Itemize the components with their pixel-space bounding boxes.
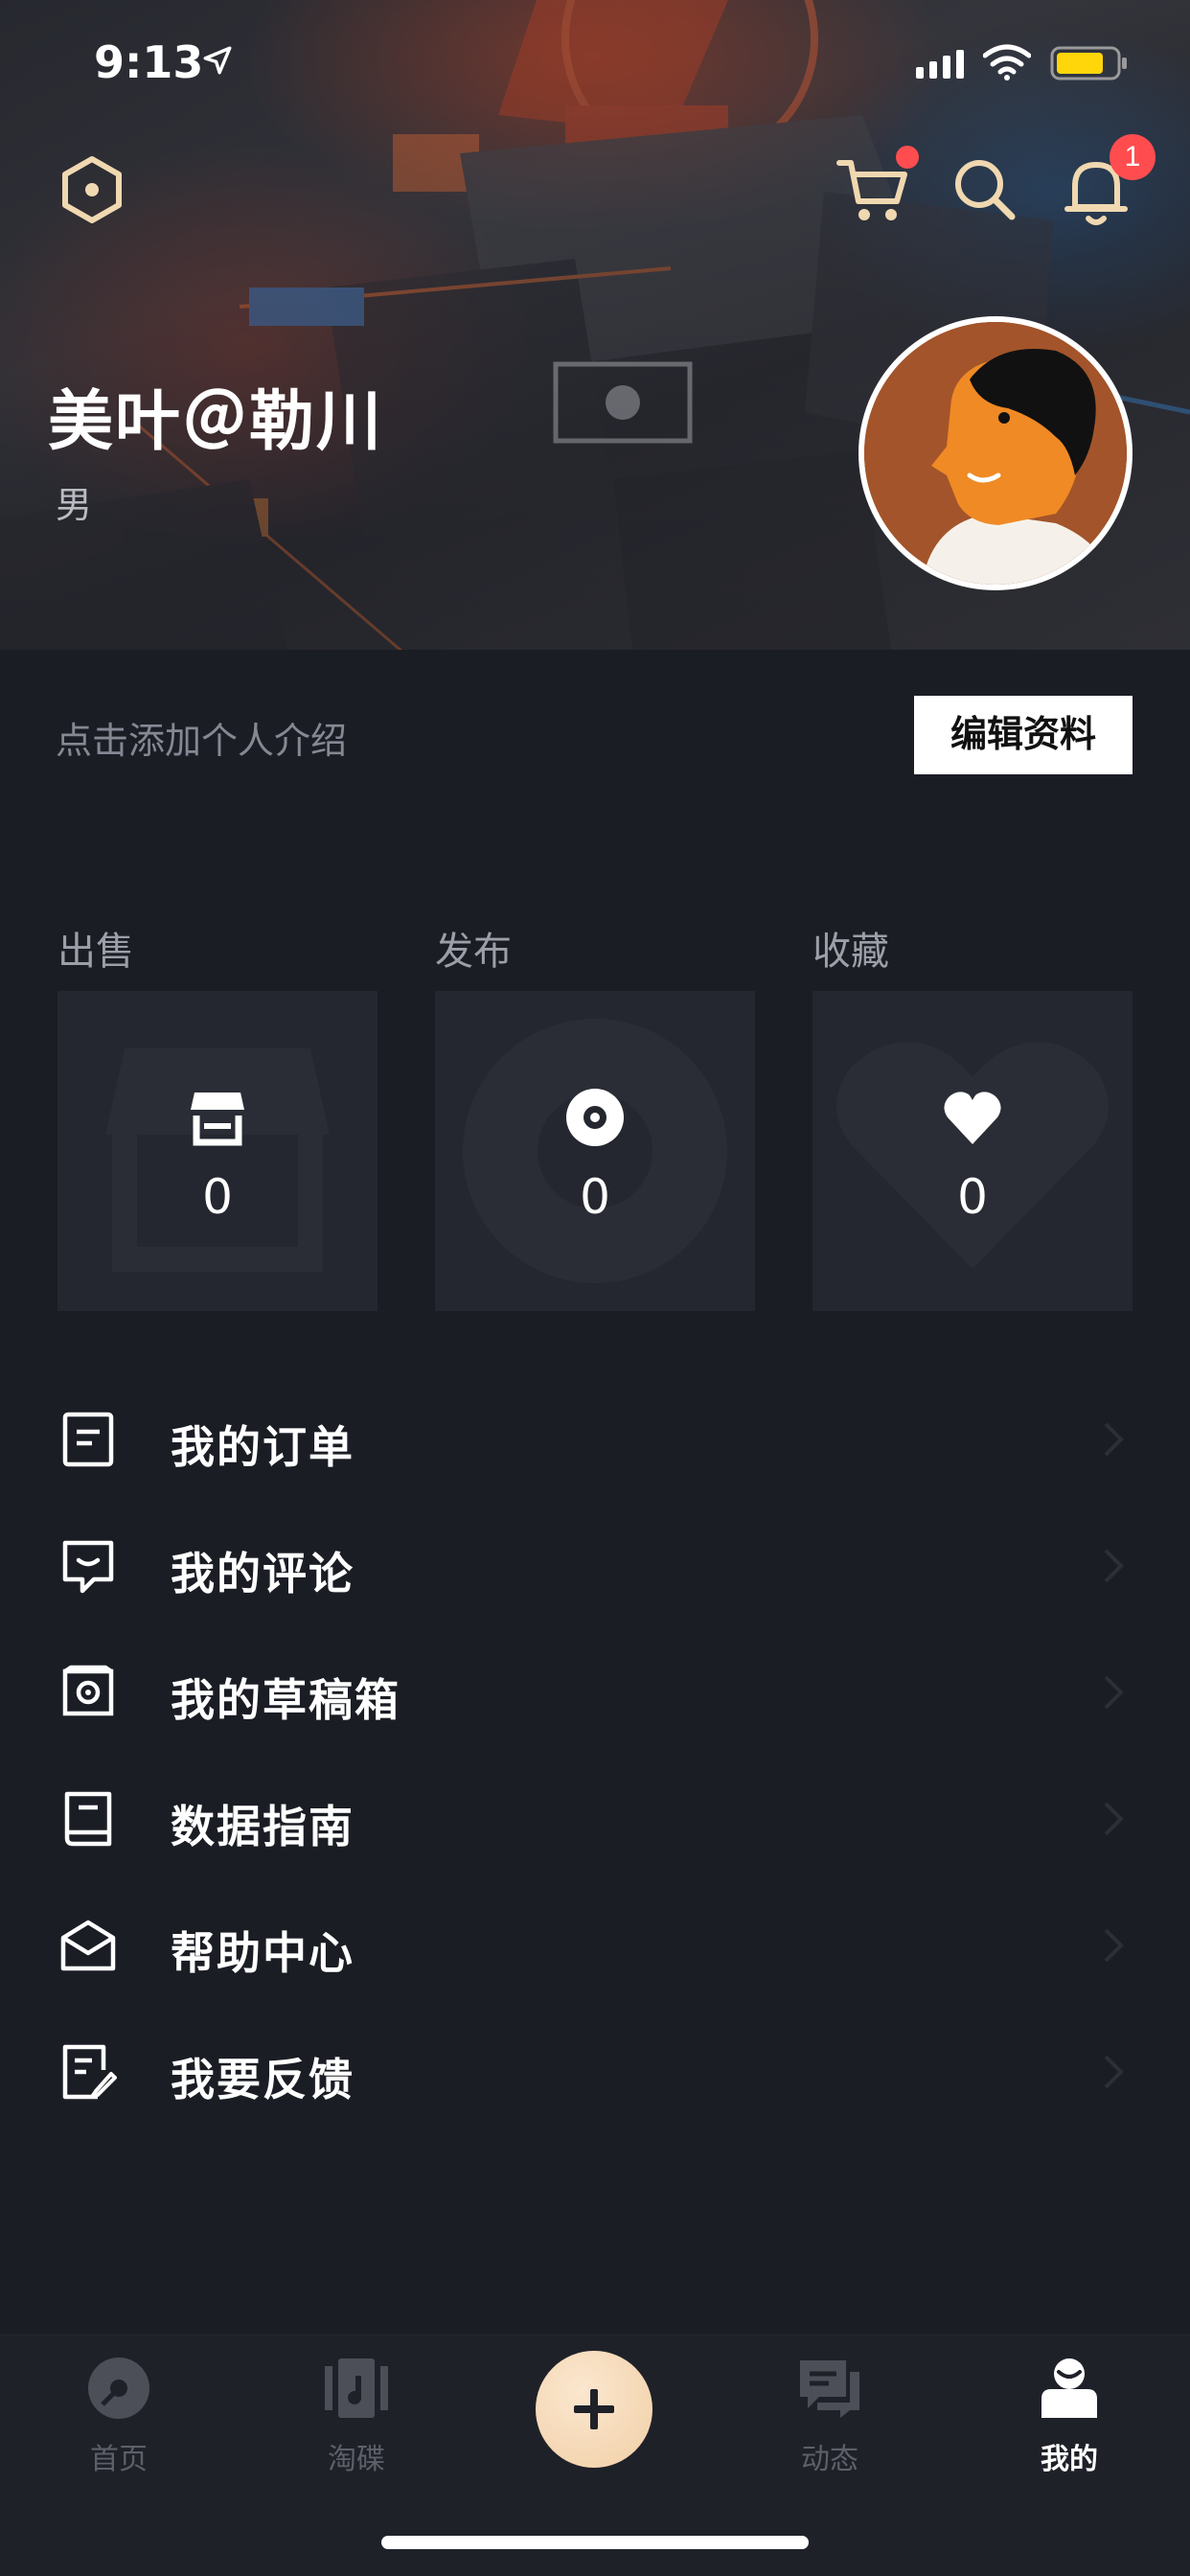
location-arrow-icon [203, 46, 232, 75]
book-icon [64, 1791, 112, 1847]
plus-icon [574, 2389, 614, 2429]
stat-label-sell: 出售 [57, 930, 134, 974]
tab-browse[interactable]: 淘碟 [280, 2355, 433, 2498]
chat-icon [800, 2360, 859, 2418]
menu-label-comments: 我的评论 [171, 1548, 355, 1599]
avatar-illustration [864, 322, 1127, 585]
tab-label-activity: 动态 [801, 2443, 858, 2476]
menu-item-help-center[interactable]: 帮助中心 [0, 1882, 1190, 2009]
menu-label-feedback: 我要反馈 [171, 2054, 355, 2105]
menu-label-help-center: 帮助中心 [171, 1927, 355, 1979]
draft-icon [62, 1665, 114, 1716]
chevron-right-icon [1104, 2055, 1124, 2089]
search-icon[interactable] [949, 153, 1021, 226]
menu-label-orders: 我的订单 [171, 1421, 355, 1473]
menu-item-orders[interactable]: 我的订单 [0, 1376, 1190, 1503]
chevron-right-icon [1104, 1549, 1124, 1583]
mail-open-icon [60, 1920, 116, 1971]
status-bar: 9:13 [0, 0, 1190, 126]
settings-hexagon-icon[interactable] [56, 153, 128, 226]
menu-label-drafts: 我的草稿箱 [171, 1674, 400, 1726]
stat-card-sell[interactable]: 0 [57, 991, 378, 1311]
tab-activity[interactable]: 动态 [753, 2355, 906, 2498]
stat-card-publish[interactable]: 0 [435, 991, 755, 1311]
store-icon [191, 1092, 244, 1146]
menu-item-comments[interactable]: 我的评论 [0, 1503, 1190, 1629]
profile-gender: 男 [56, 484, 93, 526]
tab-label-browse: 淘碟 [328, 2443, 385, 2476]
add-button[interactable] [536, 2351, 652, 2468]
menu-label-data-guide: 数据指南 [171, 1801, 355, 1852]
chevron-right-icon [1104, 1928, 1124, 1963]
status-time: 9:13 [94, 36, 204, 88]
wifi-icon [983, 44, 1031, 80]
heart-icon [944, 1092, 1001, 1144]
tab-label-mine: 我的 [1041, 2443, 1098, 2476]
home-indicator [381, 2536, 809, 2549]
disc-icon [566, 1089, 624, 1146]
user-icon [1041, 2358, 1097, 2418]
chevron-right-icon [1104, 1422, 1124, 1457]
comment-icon [62, 1540, 114, 1594]
tab-mine[interactable]: 我的 [993, 2355, 1146, 2498]
vinyl-icon [88, 2358, 149, 2419]
tab-home[interactable]: 首页 [42, 2355, 195, 2498]
notification-badge: 1 [1110, 134, 1156, 180]
chevron-right-icon [1104, 1802, 1124, 1836]
avatar[interactable] [858, 316, 1133, 590]
menu-item-data-guide[interactable]: 数据指南 [0, 1756, 1190, 1882]
stat-label-publish: 发布 [435, 930, 512, 974]
stat-value-favorite: 0 [957, 1169, 988, 1225]
avatar-image [864, 322, 1127, 585]
edit-profile-button[interactable]: 编辑资料 [914, 696, 1133, 774]
stat-value-sell: 0 [202, 1169, 233, 1225]
stat-label-favorite: 收藏 [812, 930, 889, 974]
store-bg-icon [105, 1048, 330, 1272]
cart-dot-badge [896, 146, 919, 169]
battery-icon [1050, 46, 1127, 80]
intro-placeholder[interactable]: 点击添加个人介绍 [56, 711, 347, 764]
profile-name: 美叶＠勒川 [48, 384, 384, 460]
menu-item-feedback[interactable]: 我要反馈 [0, 2009, 1190, 2135]
heart-bg-icon [836, 1042, 1109, 1269]
cellular-signal-icon [916, 50, 964, 79]
menu-item-drafts[interactable]: 我的草稿箱 [0, 1629, 1190, 1756]
feedback-icon [62, 2044, 117, 2100]
tab-label-home: 首页 [90, 2443, 148, 2476]
chevron-right-icon [1104, 1675, 1124, 1710]
order-icon [62, 1412, 114, 1467]
stat-value-publish: 0 [580, 1169, 610, 1225]
disc-bg-icon [463, 1019, 727, 1283]
stat-card-favorite[interactable]: 0 [812, 991, 1133, 1311]
music-album-icon [325, 2358, 388, 2418]
